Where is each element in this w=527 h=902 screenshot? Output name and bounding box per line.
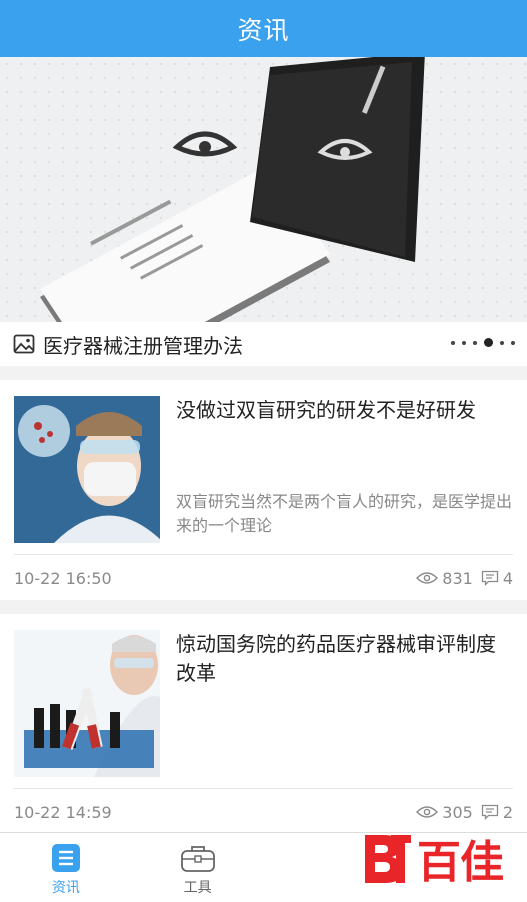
article-card[interactable]: 没做过双盲研究的研发不是好研发 双盲研究当然不是两个盲人的研究，是医学提出来的一… [0, 380, 527, 600]
article-summary: 双盲研究当然不是两个盲人的研究，是医学提出来的一个理论 [176, 492, 513, 535]
article-time: 10-22 14:59 [14, 802, 112, 822]
article-thumbnail [14, 396, 160, 543]
divider [14, 554, 513, 555]
comment-count: 4 [481, 569, 513, 588]
tab-news[interactable]: 资讯 [0, 833, 132, 902]
article-time: 10-22 16:50 [14, 568, 112, 588]
carousel-dot[interactable] [511, 340, 515, 345]
tab-label: 工具 [183, 880, 212, 896]
banner-caption[interactable]: 医疗器械注册管理办法 [0, 322, 527, 366]
watermark-text: 百佳 [417, 837, 504, 888]
comment-count-value: 4 [502, 568, 513, 588]
view-count-value: 831 [442, 568, 473, 588]
article-thumbnail [14, 630, 160, 777]
view-count: 305 [416, 803, 473, 822]
app-header: 资讯 [0, 0, 527, 57]
carousel-dot[interactable] [500, 340, 504, 345]
comment-count-value: 2 [502, 802, 513, 822]
watermark: 百佳 [361, 826, 504, 890]
banner-carousel[interactable] [0, 57, 527, 322]
comment-icon [481, 570, 498, 586]
article-card[interactable]: 惊动国务院的药品医疗器械审评制度改革 10-22 14:59 305 2 [0, 614, 527, 834]
news-icon [51, 844, 80, 872]
comment-icon [481, 804, 498, 820]
toolbox-icon [180, 846, 215, 872]
banner-image [0, 57, 527, 322]
article-meta: 10-22 14:59 305 2 [14, 800, 513, 824]
eye-icon [416, 572, 439, 584]
eye-icon [416, 806, 439, 818]
tab-tools[interactable]: 工具 [132, 833, 264, 902]
tab-label: 资讯 [51, 880, 80, 896]
comment-count: 2 [481, 803, 513, 822]
carousel-dot-active[interactable] [484, 338, 493, 347]
page-title: 资讯 [237, 15, 290, 45]
view-count-value: 305 [442, 802, 473, 822]
view-count: 831 [416, 569, 473, 588]
watermark-logo-icon [365, 835, 411, 883]
carousel-dot[interactable] [473, 340, 477, 345]
divider [14, 788, 513, 789]
carousel-dot[interactable] [451, 340, 455, 345]
article-title[interactable]: 没做过双盲研究的研发不是好研发 [176, 396, 512, 425]
article-meta: 10-22 16:50 831 4 [14, 566, 513, 590]
banner-title: 医疗器械注册管理办法 [43, 333, 243, 358]
image-icon [13, 334, 35, 354]
carousel-indicator[interactable] [444, 338, 515, 347]
article-title[interactable]: 惊动国务院的药品医疗器械审评制度改革 [176, 630, 512, 688]
carousel-dot[interactable] [462, 340, 466, 345]
